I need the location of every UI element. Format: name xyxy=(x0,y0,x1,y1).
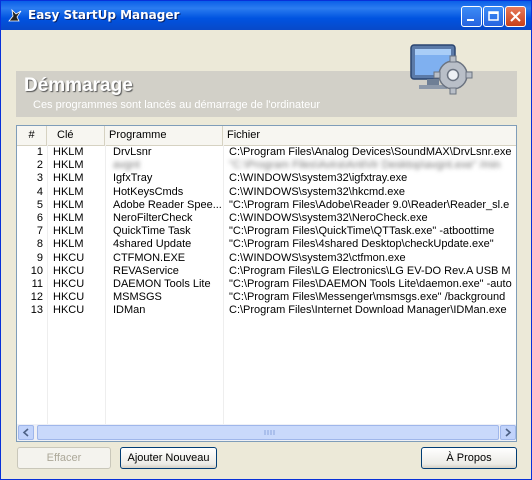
table-row[interactable]: 2 HKLM avgnt "C:\Program Files\Avira\AntiVi… xyxy=(17,159,516,172)
row-program: IDMan xyxy=(113,304,146,317)
row-file: C:\Program Files\LG Electronics\LG EV-DO… xyxy=(229,264,511,277)
page-subtitle: Ces programmes sont lancés au démarrage … xyxy=(33,99,321,111)
row-number: 13 xyxy=(30,304,43,317)
row-key: HKCU xyxy=(53,264,85,277)
row-program: DrvLsnr xyxy=(113,146,152,158)
row-number: 3 xyxy=(36,172,43,185)
list-rows: 1 HKLM DrvLsnr C:\Program Files\Analog Devi… xyxy=(17,146,516,317)
about-button[interactable]: À Propos xyxy=(421,447,517,469)
delete-button[interactable]: Effacer xyxy=(17,447,111,469)
row-key: HKCU xyxy=(53,291,85,304)
window-title: Easy StartUp Manager xyxy=(28,8,180,22)
minimize-icon xyxy=(467,19,474,21)
maximize-button[interactable] xyxy=(483,6,504,27)
app-icon xyxy=(8,8,22,22)
row-number: 7 xyxy=(36,225,43,238)
row-program: QuickTime Task xyxy=(113,225,191,238)
row-number: 4 xyxy=(36,185,43,198)
row-file: "C:\Program Files\DAEMON Tools Lite\daem… xyxy=(229,277,512,290)
row-number: 5 xyxy=(36,198,43,211)
row-number: 12 xyxy=(30,291,43,304)
scroll-left-button[interactable] xyxy=(18,425,34,440)
scroll-right-button[interactable] xyxy=(500,425,516,440)
close-icon xyxy=(510,11,521,22)
row-program: Adobe Reader Spee... xyxy=(113,198,221,211)
row-number: 1 xyxy=(36,146,43,158)
column-header-key[interactable]: Clé xyxy=(47,126,105,145)
row-key: HKLM xyxy=(53,159,84,172)
list-header: # Clé Programme Fichier xyxy=(17,126,516,146)
scroll-thumb[interactable] xyxy=(37,425,499,440)
row-file: C:\WINDOWS\system32\NeroCheck.exe xyxy=(229,211,428,224)
row-file: "C:\Program Files\Messenger\msmsgs.exe" … xyxy=(229,291,506,304)
arrow-left-icon xyxy=(22,428,29,437)
row-program: CTFMON.EXE xyxy=(113,251,186,264)
row-file: "C:\Program Files\QuickTime\QTTask.exe" … xyxy=(229,225,495,238)
row-file: "C:\Program Files\4shared Desktop\checkU… xyxy=(229,238,494,251)
title-bar[interactable]: Easy StartUp Manager xyxy=(1,1,531,30)
column-header-program[interactable]: Programme xyxy=(105,126,223,145)
row-key: HKLM xyxy=(53,211,84,224)
close-button[interactable] xyxy=(505,6,526,27)
row-number: 2 xyxy=(36,159,43,172)
row-program: NeroFilterCheck xyxy=(113,211,193,224)
page-title: Démmarage xyxy=(24,75,133,96)
row-program: HotKeysCmds xyxy=(113,185,184,198)
row-key: HKLM xyxy=(53,172,84,185)
table-row[interactable]: 3 HKLM IgfxTray C:\WINDOWS\system32\igfxtra… xyxy=(17,172,516,185)
column-header-file[interactable]: Fichier xyxy=(223,126,516,145)
row-file: C:\WINDOWS\system32\hkcmd.exe xyxy=(229,185,406,198)
row-number: 9 xyxy=(36,251,43,264)
row-file: C:\WINDOWS\system32\ctfmon.exe xyxy=(229,251,406,264)
horizontal-scrollbar[interactable] xyxy=(17,424,516,441)
column-header-number[interactable]: # xyxy=(17,126,47,145)
row-number: 6 xyxy=(36,211,43,224)
row-key: HKCU xyxy=(53,304,85,317)
monitor-gear-icon xyxy=(410,44,473,95)
row-key: HKLM xyxy=(53,225,84,238)
row-program: IgfxTray xyxy=(113,172,153,185)
row-file: C:\Program Files\Analog Devices\SoundMAX… xyxy=(229,146,512,158)
maximize-icon xyxy=(488,11,499,21)
row-program: DAEMON Tools Lite xyxy=(113,277,211,290)
row-program: REVAService xyxy=(113,264,179,277)
table-row[interactable]: 6 HKLM NeroFilterCheck C:\WINDOWS\system32\… xyxy=(17,212,516,225)
row-program: 4shared Update xyxy=(113,238,192,251)
row-key: HKLM xyxy=(53,146,84,158)
row-key: HKCU xyxy=(53,251,85,264)
row-file: C:\Program Files\Internet Download Manag… xyxy=(229,304,507,317)
row-number: 8 xyxy=(36,238,43,251)
minimize-button[interactable] xyxy=(461,6,482,27)
row-file: "C:\Program Files\Avira\AntiVir Desktop\… xyxy=(229,159,501,172)
table-row[interactable]: 10 HKCU REVAService C:\Program Files\LG Ele… xyxy=(17,265,516,278)
table-row[interactable]: 11 HKCU DAEMON Tools Lite "C:\Program Files… xyxy=(17,278,516,291)
row-key: HKLM xyxy=(53,198,84,211)
row-program: avgnt xyxy=(113,159,140,172)
table-row[interactable]: 9 HKCU CTFMON.EXE C:\WINDOWS\system32\ctfmo… xyxy=(17,252,516,265)
row-number: 11 xyxy=(31,277,43,290)
table-row[interactable]: 8 HKLM 4shared Update "C:\Program Files\4sh… xyxy=(17,238,516,251)
startup-list[interactable]: # Clé Programme Fichier 1 HKLM DrvLsnr C:\P… xyxy=(16,125,517,442)
row-program: MSMSGS xyxy=(113,291,162,304)
table-row[interactable]: 1 HKLM DrvLsnr C:\Program Files\Analog Devi… xyxy=(17,146,516,159)
row-key: HKCU xyxy=(53,277,85,290)
row-number: 10 xyxy=(30,264,43,277)
table-row[interactable]: 7 HKLM QuickTime Task "C:\Program Files\Qui… xyxy=(17,225,516,238)
row-key: HKLM xyxy=(53,238,84,251)
row-key: HKLM xyxy=(53,185,84,198)
table-row[interactable]: 12 HKCU MSMSGS "C:\Program Files\Messenger\… xyxy=(17,291,516,304)
row-file: C:\WINDOWS\system32\igfxtray.exe xyxy=(229,172,408,185)
grip-icon xyxy=(264,430,275,435)
row-file: "C:\Program Files\Adobe\Reader 9.0\Reade… xyxy=(229,198,510,211)
add-new-button[interactable]: Ajouter Nouveau xyxy=(120,447,217,469)
table-row[interactable]: 4 HKLM HotKeysCmds C:\WINDOWS\system32\hkcm… xyxy=(17,186,516,199)
table-row[interactable]: 5 HKLM Adobe Reader Spee... "C:\Program Fil… xyxy=(17,199,516,212)
table-row[interactable]: 13 HKCU IDMan C:\Program Files\Internet Dow… xyxy=(17,304,516,317)
app-window: Easy StartUp Manager Démmarage Ces progr… xyxy=(0,0,532,480)
arrow-right-icon xyxy=(505,428,512,437)
